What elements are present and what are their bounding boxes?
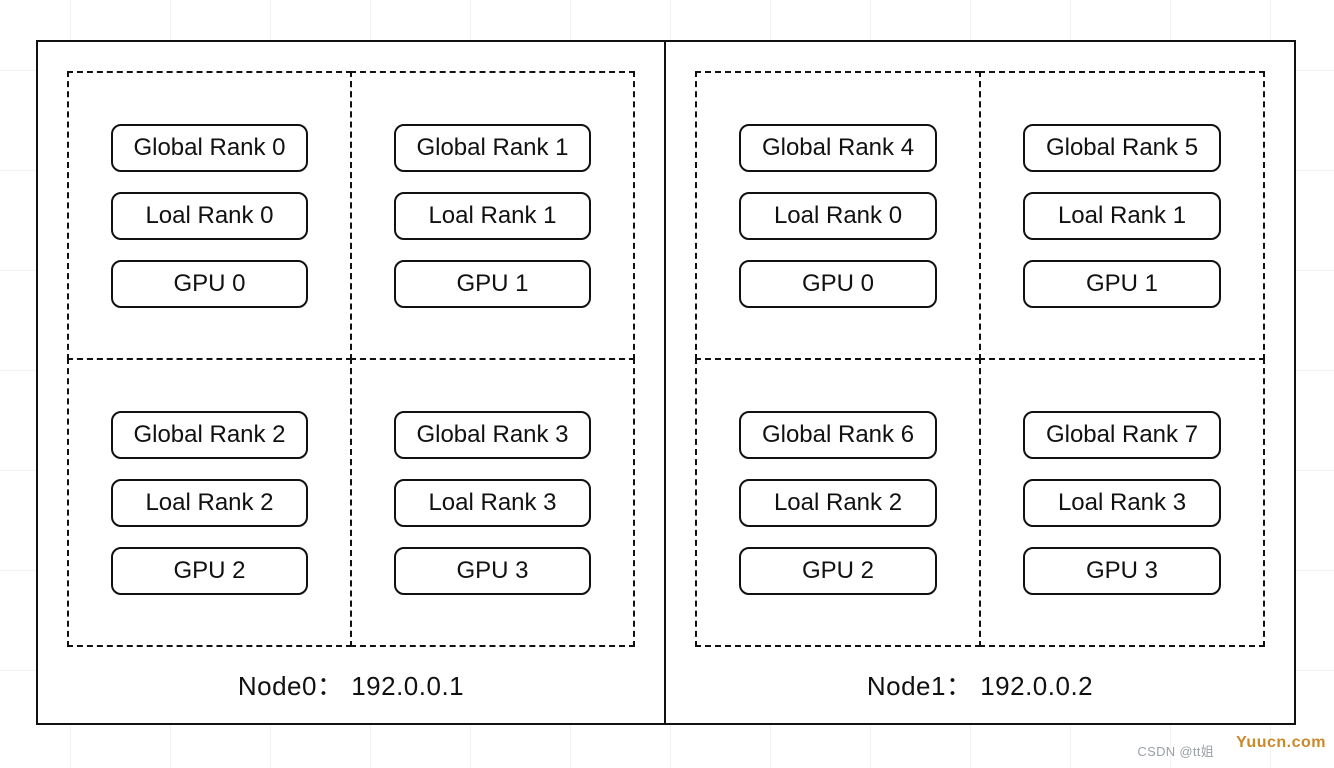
node-1-gpu-0: Global Rank 4 Loal Rank 0 GPU 0 xyxy=(695,71,982,361)
global-rank-badge: Global Rank 6 xyxy=(739,411,936,459)
global-rank-badge: Global Rank 1 xyxy=(394,124,590,172)
local-rank-badge: Loal Rank 0 xyxy=(111,192,307,240)
local-rank-badge: Loal Rank 3 xyxy=(1023,479,1220,527)
node-1-gpu-1: Global Rank 5 Loal Rank 1 GPU 1 xyxy=(979,71,1266,361)
node-1-gpu-grid: Global Rank 4 Loal Rank 0 GPU 0 Global R… xyxy=(696,72,1264,646)
gpu-id-badge: GPU 3 xyxy=(394,547,590,595)
node-0-gpu-1: Global Rank 1 Loal Rank 1 GPU 1 xyxy=(350,71,636,361)
node-0-gpu-2: Global Rank 2 Loal Rank 2 GPU 2 xyxy=(67,358,353,648)
gpu-id-badge: GPU 2 xyxy=(739,547,936,595)
gpu-id-badge: GPU 1 xyxy=(1023,260,1220,308)
local-rank-badge: Loal Rank 0 xyxy=(739,192,936,240)
gpu-id-badge: GPU 0 xyxy=(739,260,936,308)
local-rank-badge: Loal Rank 1 xyxy=(1023,192,1220,240)
attribution-text: CSDN @tt姐 xyxy=(1137,741,1214,760)
diagram-canvas: Global Rank 0 Loal Rank 0 GPU 0 Global R… xyxy=(36,40,1296,725)
watermark-text: Yuucn.com xyxy=(1236,734,1326,752)
global-rank-badge: Global Rank 4 xyxy=(739,124,936,172)
local-rank-badge: Loal Rank 2 xyxy=(111,479,307,527)
global-rank-badge: Global Rank 7 xyxy=(1023,411,1220,459)
gpu-id-badge: GPU 1 xyxy=(394,260,590,308)
node-0-gpu-3: Global Rank 3 Loal Rank 3 GPU 3 xyxy=(350,358,636,648)
global-rank-badge: Global Rank 2 xyxy=(111,411,307,459)
node-1-label: Node1： 192.0.0.2 xyxy=(867,646,1093,713)
local-rank-badge: Loal Rank 3 xyxy=(394,479,590,527)
node-0-label: Node0： 192.0.0.1 xyxy=(238,646,464,713)
local-rank-badge: Loal Rank 2 xyxy=(739,479,936,527)
gpu-id-badge: GPU 0 xyxy=(111,260,307,308)
global-rank-badge: Global Rank 3 xyxy=(394,411,590,459)
node-0-gpu-0: Global Rank 0 Loal Rank 0 GPU 0 xyxy=(67,71,353,361)
global-rank-badge: Global Rank 5 xyxy=(1023,124,1220,172)
node-0: Global Rank 0 Loal Rank 0 GPU 0 Global R… xyxy=(38,42,666,723)
node-1-gpu-2: Global Rank 6 Loal Rank 2 GPU 2 xyxy=(695,358,982,648)
local-rank-badge: Loal Rank 1 xyxy=(394,192,590,240)
node-1-gpu-3: Global Rank 7 Loal Rank 3 GPU 3 xyxy=(979,358,1266,648)
global-rank-badge: Global Rank 0 xyxy=(111,124,307,172)
node-1: Global Rank 4 Loal Rank 0 GPU 0 Global R… xyxy=(666,42,1294,723)
gpu-id-badge: GPU 2 xyxy=(111,547,307,595)
node-0-gpu-grid: Global Rank 0 Loal Rank 0 GPU 0 Global R… xyxy=(68,72,634,646)
gpu-id-badge: GPU 3 xyxy=(1023,547,1220,595)
